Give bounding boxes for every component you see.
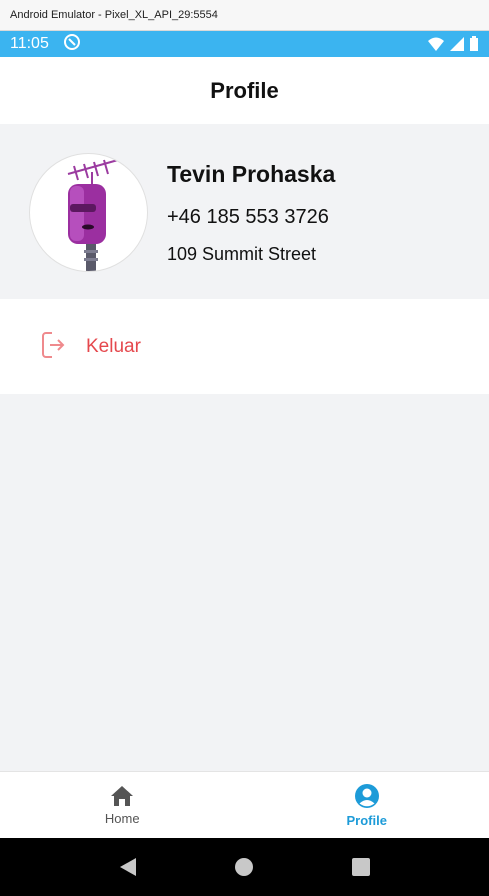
home-circle-icon bbox=[235, 858, 254, 876]
emulator-title: Android Emulator - Pixel_XL_API_29:5554 bbox=[10, 9, 218, 21]
page-title: Profile bbox=[210, 77, 279, 103]
sync-icon bbox=[63, 33, 81, 56]
logout-icon bbox=[40, 331, 66, 364]
user-circle-icon bbox=[354, 783, 379, 808]
profile-address: 109 Summit Street bbox=[167, 244, 317, 264]
battery-icon bbox=[470, 36, 478, 51]
status-icons bbox=[427, 36, 479, 52]
logout-button[interactable]: Keluar bbox=[40, 329, 141, 365]
profile-phone: +46 185 553 3726 bbox=[167, 206, 329, 228]
logout-section: Keluar bbox=[0, 299, 489, 394]
bottom-nav: Home Profile bbox=[0, 771, 489, 838]
signal-icon bbox=[450, 37, 464, 51]
emulator-title-bar: Android Emulator - Pixel_XL_API_29:5554 bbox=[0, 0, 489, 31]
app-header: Profile bbox=[0, 57, 489, 124]
home-icon bbox=[111, 785, 134, 806]
tab-profile-label: Profile bbox=[346, 812, 387, 828]
status-time: 11:05 bbox=[10, 35, 49, 52]
back-button[interactable] bbox=[108, 847, 148, 887]
tab-profile[interactable]: Profile bbox=[245, 772, 489, 838]
logout-label: Keluar bbox=[86, 336, 141, 357]
back-icon bbox=[120, 858, 137, 876]
home-system-button[interactable] bbox=[224, 847, 264, 887]
status-bar: 11:05 bbox=[0, 31, 489, 57]
profile-name: Tevin Prohaska bbox=[167, 161, 336, 187]
system-nav-bar bbox=[0, 838, 489, 896]
avatar[interactable] bbox=[29, 153, 148, 272]
recents-button[interactable] bbox=[341, 847, 381, 887]
tab-home-label: Home bbox=[104, 810, 140, 826]
recents-icon bbox=[351, 858, 370, 876]
tab-home[interactable]: Home bbox=[0, 772, 245, 838]
wifi-icon bbox=[428, 37, 444, 51]
profile-card: Tevin Prohaska +46 185 553 3726 109 Summ… bbox=[0, 124, 489, 299]
